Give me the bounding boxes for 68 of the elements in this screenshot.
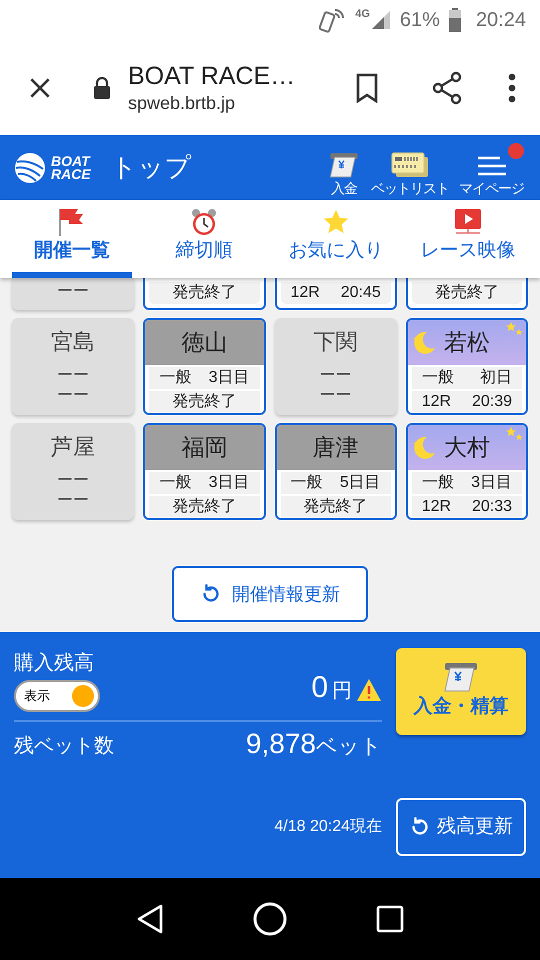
race-info: 一般 3日目 (149, 367, 260, 389)
tickets-icon (390, 150, 430, 178)
race-info: 12R 20:39 (412, 391, 522, 413)
more-icon (508, 72, 516, 102)
venue-card[interactable]: 下関 ーー ーー (274, 318, 397, 415)
stars-icon (505, 322, 523, 338)
header-action[interactable]: マイページ (457, 138, 526, 196)
venue-card[interactable]: 福岡 一般 3日目 発売終了 (143, 423, 266, 520)
share-icon (430, 70, 464, 104)
balance-label: 購入残高 (14, 651, 95, 676)
page-heading: トップ (110, 151, 192, 184)
star-icon (321, 208, 351, 236)
back-icon (136, 904, 164, 934)
race-info: 一般 5日目 (280, 472, 391, 494)
venue-card[interactable]: 芦屋 ーー ーー (12, 423, 134, 520)
battery-icon (448, 8, 462, 32)
race-info: 12R 20:45 (280, 282, 391, 304)
battery-percent: 61% (400, 8, 440, 33)
deposit-settle-button[interactable]: 入金・精算 (396, 648, 526, 735)
venue-card[interactable]: 12R 20:45 (274, 278, 397, 310)
logo-text: BOAT (51, 154, 91, 168)
tab[interactable]: 締切順 (144, 200, 264, 278)
race-info: 一般 3日目 (412, 472, 522, 494)
bets-unit: ベット (316, 734, 382, 760)
race-status: 発売終了 (149, 282, 260, 304)
clock: 20:24 (476, 8, 526, 33)
race-info: 一般 3日目 (149, 472, 260, 494)
venue-card[interactable]: 発売終了 (143, 278, 266, 310)
tab[interactable]: レース映像 (408, 200, 528, 278)
page-title: BOAT RACE… (128, 60, 296, 90)
home-icon (252, 901, 288, 937)
bookmark-icon (355, 72, 379, 102)
race-info: 一般 初日 (412, 367, 522, 389)
recents-icon (376, 905, 404, 933)
bets-count: 9,878 (246, 727, 316, 761)
moon-icon (410, 434, 437, 460)
alarm-clock-icon (190, 208, 218, 236)
venue-card[interactable]: 唐津 一般 5日目 発売終了 (274, 423, 397, 520)
race-status: 発売終了 (149, 391, 260, 413)
balance-amount: 0 (311, 670, 328, 706)
balance-timestamp: 4/18 20:24現在 (274, 817, 382, 837)
boat-race-logo-icon (14, 152, 46, 184)
header-action[interactable]: 入金 (325, 138, 363, 196)
tab[interactable]: お気に入り (276, 200, 396, 278)
race-status: 発売終了 (280, 496, 391, 518)
venue-card[interactable]: ーー (12, 278, 134, 310)
venue-card[interactable]: 徳山 一般 3日目 発売終了 (143, 318, 266, 415)
venue-card[interactable]: 若松 一般 初日 12R 20:39 (406, 318, 528, 415)
venue-card[interactable]: 宮島 ーー ーー (12, 318, 134, 415)
lock-icon (92, 76, 112, 100)
header-action[interactable]: ベットリスト (369, 138, 451, 196)
logo-text: RACE (51, 168, 91, 180)
video-icon (453, 208, 483, 236)
stars-icon (505, 427, 523, 443)
race-status: 発売終了 (412, 282, 522, 304)
bets-label: 残ベット数 (14, 734, 114, 759)
signal-icon (370, 9, 392, 31)
venue-card[interactable]: 発売終了 (406, 278, 528, 310)
network-type: 4G (355, 9, 370, 20)
page-url: spweb.brtb.jp (128, 92, 236, 114)
moon-icon (410, 329, 437, 355)
refresh-races-button[interactable]: 開催情報更新 (172, 566, 368, 622)
venue-card[interactable]: 大村 一般 3日目 12R 20:33 (406, 423, 528, 520)
race-info: 12R 20:33 (412, 496, 522, 518)
yen-unit: 円 (332, 679, 352, 704)
display-toggle[interactable]: 表示 (14, 680, 100, 712)
refresh-balance-button[interactable]: 残高更新 (396, 798, 526, 856)
race-status: 発売終了 (149, 496, 260, 518)
